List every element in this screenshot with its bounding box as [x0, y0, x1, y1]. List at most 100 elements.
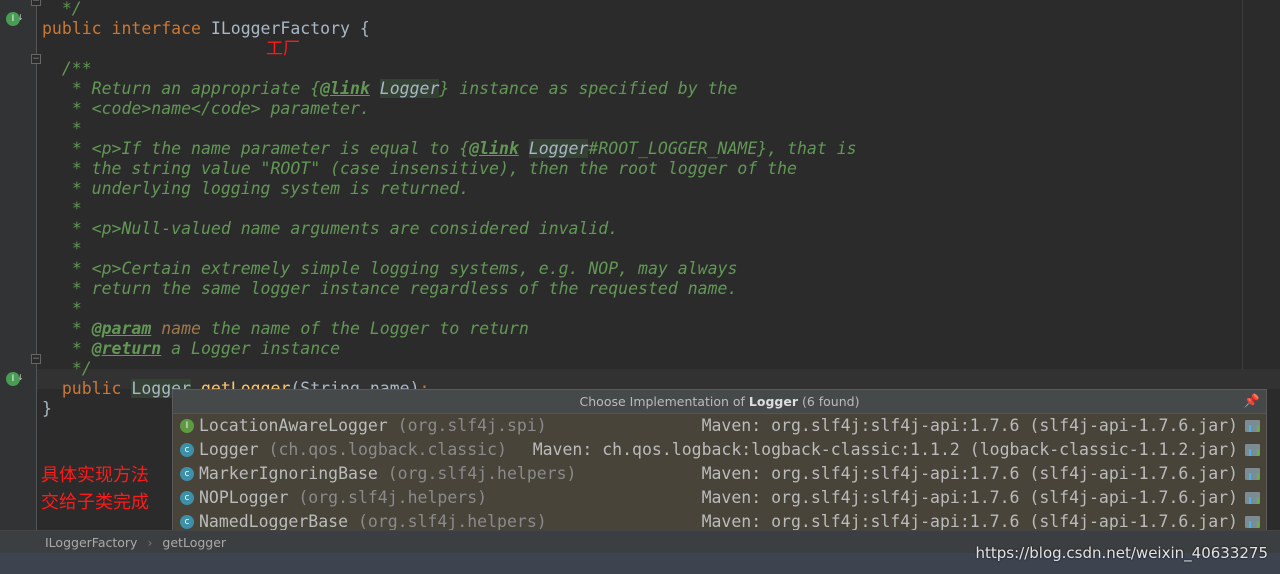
- fold-icon[interactable]: −: [31, 0, 41, 6]
- code-token: @link: [320, 79, 370, 98]
- code-line[interactable]: /**: [42, 59, 92, 79]
- implementation-item[interactable]: I LocationAwareLogger (org.slf4j.spi) Mave…: [173, 414, 1266, 438]
- code-token: *: [71, 239, 82, 258]
- package-name: (org.slf4j.helpers): [348, 512, 547, 531]
- code-token: * <p>Null-valued name arguments are cons…: [71, 219, 619, 238]
- class-name: NOPLogger: [199, 488, 289, 507]
- code-token: * <code>name</code> parameter.: [71, 99, 370, 118]
- code-token: * <p>If the name parameter is equal to {: [71, 139, 470, 158]
- pin-icon[interactable]: 📌: [1244, 390, 1260, 414]
- class-icon: c: [180, 491, 194, 505]
- annotation-factory: 工厂: [266, 39, 300, 59]
- code-line[interactable]: *: [42, 299, 82, 319]
- library-jar-icon: [1245, 420, 1260, 432]
- code-token: * the string value "ROOT" (case insensit…: [71, 159, 797, 178]
- maven-library: Maven: org.slf4j:slf4j-api:1.7.6 (slf4j-…: [701, 464, 1238, 483]
- code-token: @link: [469, 139, 519, 158]
- code-line[interactable]: * <p>Null-valued name arguments are cons…: [42, 219, 618, 239]
- code-token: public: [42, 19, 112, 38]
- popup-title-prefix: Choose Implementation of: [579, 394, 749, 409]
- breadcrumb-item[interactable]: getLogger: [162, 535, 226, 550]
- maven-library: Maven: ch.qos.logback:logback-classic:1.…: [532, 440, 1238, 459]
- code-token: */: [61, 0, 82, 18]
- class-name: MarkerIgnoringBase: [199, 464, 378, 483]
- code-token: * return the same logger instance regard…: [71, 279, 738, 298]
- code-token: * Return an appropriate {: [71, 79, 321, 98]
- implementation-item[interactable]: c MarkerIgnoringBase (org.slf4j.helpers) M…: [173, 462, 1266, 486]
- package-name: (org.slf4j.helpers): [288, 488, 488, 507]
- code-token: the name of the Logger to return: [200, 319, 529, 338]
- code-line[interactable]: */: [42, 0, 82, 19]
- class-name: Logger: [199, 440, 259, 459]
- code-line[interactable]: * return the same logger instance regard…: [42, 279, 738, 299]
- maven-library: Maven: org.slf4j:slf4j-api:1.7.6 (slf4j-…: [701, 488, 1238, 507]
- code-line[interactable]: }: [42, 399, 52, 419]
- class-icon: c: [180, 443, 194, 457]
- breadcrumb-item[interactable]: ILoggerFactory: [45, 535, 137, 550]
- code-token: *: [71, 299, 82, 318]
- code-line[interactable]: * the string value "ROOT" (case insensit…: [42, 159, 797, 179]
- code-token: Logger: [528, 139, 589, 158]
- popup-header: Choose Implementation of Logger (6 found…: [173, 390, 1266, 414]
- popup-title-type: Logger: [748, 394, 798, 409]
- code-line[interactable]: public interface ILoggerFactory {: [42, 19, 370, 39]
- code-line[interactable]: *: [42, 119, 82, 139]
- code-token: name: [161, 319, 201, 338]
- code-token: @param: [91, 319, 152, 338]
- package-name: (org.slf4j.helpers): [377, 464, 577, 483]
- fold-icon[interactable]: −: [31, 354, 41, 364]
- implementation-item[interactable]: c NOPLogger (org.slf4j.helpers) Maven: org…: [173, 486, 1266, 510]
- code-token: *: [71, 319, 92, 338]
- code-line[interactable]: * @param name the name of the Logger to …: [42, 319, 529, 339]
- code-line[interactable]: * <p>If the name parameter is equal to {…: [42, 139, 857, 159]
- annotation-line2: 交给子类完成: [41, 492, 149, 513]
- editor-gutter: [0, 0, 37, 530]
- class-icon: c: [180, 467, 194, 481]
- code-token: interface: [111, 19, 211, 38]
- code-token: }: [42, 399, 52, 418]
- code-token: * <p>Certain extremely simple logging sy…: [71, 259, 738, 278]
- code-token: } instance as specified by the: [439, 79, 738, 98]
- code-token: Logger: [379, 79, 440, 98]
- implementation-item[interactable]: c Logger (ch.qos.logback.classic) Maven: c…: [173, 438, 1266, 462]
- library-jar-icon: [1245, 444, 1260, 456]
- code-line[interactable]: * Return an appropriate {@link Logger} i…: [42, 79, 737, 99]
- code-token: a Logger instance: [161, 339, 341, 358]
- class-icon: c: [180, 515, 194, 529]
- code-line[interactable]: * <p>Certain extremely simple logging sy…: [42, 259, 738, 279]
- breadcrumb-separator: ›: [147, 535, 153, 550]
- code-line[interactable]: *: [42, 239, 82, 259]
- code-line[interactable]: * underlying logging system is returned.: [42, 179, 469, 199]
- gutter-divider: [36, 0, 37, 530]
- code-token: #ROOT_LOGGER_NAME}, that is: [588, 139, 857, 158]
- code-line[interactable]: * <code>name</code> parameter.: [42, 99, 370, 119]
- code-token: *: [71, 119, 82, 138]
- fold-icon[interactable]: −: [31, 54, 41, 64]
- code-line[interactable]: */: [42, 359, 92, 379]
- annotation-line1: 具体实现方法: [41, 465, 149, 486]
- code-line[interactable]: *: [42, 199, 82, 219]
- code-line[interactable]: * @return a Logger instance: [42, 339, 340, 359]
- popup-title-count: (6 found): [797, 394, 860, 409]
- code-token: /**: [61, 59, 92, 78]
- down-arrow-icon: ↓: [17, 370, 24, 383]
- class-name: NamedLoggerBase: [199, 512, 349, 531]
- package-name: (org.slf4j.spi): [387, 416, 547, 435]
